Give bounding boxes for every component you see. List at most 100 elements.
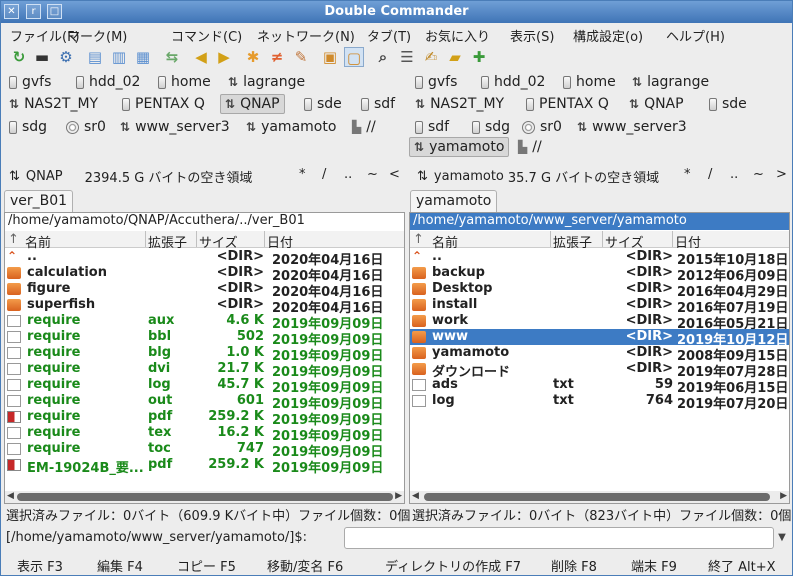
right-drive-12[interactable]: ⇅ yamamoto: [409, 137, 510, 157]
file-row[interactable]: EM-19024B_要... pdf 259.2 K 2019年09月09日: [5, 457, 404, 476]
file-row[interactable]: Desktop <DIR> 2016年04月29日: [410, 281, 789, 300]
left-horizontal-scrollbar[interactable]: ◀ ▶: [5, 491, 404, 503]
file-row[interactable]: calculation <DIR> 2020年04月16日: [5, 265, 404, 284]
left-nav-0[interactable]: *: [299, 167, 306, 182]
left-file-panel[interactable]: /home/yamamoto/QNAP/Accuthera/../ver_B01…: [4, 212, 405, 504]
right-nav-4[interactable]: >: [776, 167, 787, 182]
column-divider[interactable]: [550, 231, 551, 247]
left-drive-10[interactable]: sr0: [62, 117, 110, 137]
left-nav-2[interactable]: ..: [344, 167, 352, 182]
column-divider[interactable]: [264, 231, 265, 247]
menu-item-4[interactable]: タブ(T): [367, 26, 411, 45]
file-row[interactable]: require bbl 502 2019年09月09日: [5, 329, 404, 348]
multi-rename-icon[interactable]: ✱: [243, 47, 263, 67]
left-drive-4[interactable]: ⇅ NAS2T_MY: [5, 94, 102, 114]
fkey-button-1[interactable]: 編集 F4: [97, 556, 143, 575]
tab-left[interactable]: ver_B01: [4, 190, 74, 212]
column-divider[interactable]: [145, 231, 146, 247]
file-row[interactable]: work <DIR> 2016年05月21日: [410, 313, 789, 332]
right-horizontal-scrollbar[interactable]: ◀ ▶: [410, 491, 789, 503]
right-nav-0[interactable]: *: [684, 167, 691, 182]
file-row[interactable]: ⌃.. <DIR> 2015年10月18日: [410, 249, 789, 268]
file-row[interactable]: yamamoto <DIR> 2008年09月15日: [410, 345, 789, 364]
scroll-right-icon[interactable]: ▶: [780, 491, 787, 501]
left-path[interactable]: /home/yamamoto/QNAP/Accuthera/../ver_B01: [5, 213, 404, 230]
menu-item-3[interactable]: ネットワーク(N): [257, 26, 355, 45]
options-icon[interactable]: ⚙: [56, 47, 76, 67]
tab-right[interactable]: yamamoto: [410, 190, 498, 212]
file-row[interactable]: www <DIR> 2019年10月12日: [410, 329, 789, 348]
left-drive-9[interactable]: sdg: [5, 117, 51, 137]
scroll-left-icon[interactable]: ◀: [412, 491, 419, 501]
left-drive-3[interactable]: ⇅ lagrange: [224, 72, 309, 92]
unpack-icon[interactable]: ▢: [344, 47, 364, 67]
full-view-icon[interactable]: ▥: [109, 47, 129, 67]
left-drive-1[interactable]: hdd_02: [72, 72, 144, 92]
file-row[interactable]: log txt 764 2019年07月20日: [410, 393, 789, 412]
scroll-thumb[interactable]: [424, 493, 770, 501]
right-nav-3[interactable]: ~: [753, 167, 764, 182]
fkey-button-5[interactable]: 削除 F8: [551, 556, 597, 575]
view-icon[interactable]: ☰: [397, 47, 417, 67]
column-divider[interactable]: [672, 231, 673, 247]
menu-item-8[interactable]: ヘルプ(H): [666, 26, 725, 45]
file-row[interactable]: require log 45.7 K 2019年09月09日: [5, 377, 404, 396]
pack-icon[interactable]: ▣: [320, 47, 340, 67]
right-drive-3[interactable]: ⇅ lagrange: [628, 72, 713, 92]
file-row[interactable]: require tex 16.2 K 2019年09月09日: [5, 425, 404, 444]
right-drive-7[interactable]: sde: [705, 94, 751, 114]
right-nav-1[interactable]: /: [708, 167, 712, 182]
chevron-down-icon[interactable]: ▼: [774, 527, 790, 549]
right-drive-name[interactable]: yamamoto: [434, 169, 504, 184]
scroll-thumb[interactable]: [17, 493, 393, 501]
left-drive-6[interactable]: ⇅ QNAP: [220, 94, 285, 114]
right-drive-11[interactable]: ⇅ www_server3: [573, 117, 691, 137]
file-row[interactable]: ダウンロード <DIR> 2019年07月28日: [410, 361, 789, 380]
fkey-button-0[interactable]: 表示 F3: [17, 556, 63, 575]
scroll-left-icon[interactable]: ◀: [7, 491, 14, 501]
copy-names-icon[interactable]: ✚: [469, 47, 489, 67]
right-drive-1[interactable]: hdd_02: [477, 72, 549, 92]
right-drive-10[interactable]: sr0: [518, 117, 566, 137]
left-nav-3[interactable]: ~: [367, 167, 378, 182]
left-drive-11[interactable]: ⇅ www_server3: [116, 117, 234, 137]
search-icon[interactable]: ⌕: [373, 47, 393, 67]
left-nav-1[interactable]: /: [322, 167, 326, 182]
menu-item-7[interactable]: 構成設定(o): [573, 26, 643, 45]
right-drive-9[interactable]: sdg: [468, 117, 514, 137]
right-drive-4[interactable]: ⇅ NAS2T_MY: [411, 94, 508, 114]
file-row[interactable]: require aux 4.6 K 2019年09月09日: [5, 313, 404, 332]
refresh-icon[interactable]: ↻: [9, 47, 29, 67]
copy-left-icon[interactable]: ◀: [191, 47, 211, 67]
right-file-panel[interactable]: /home/yamamoto/www_server/yamamoto ↑ 名前 拡張…: [409, 212, 790, 504]
file-row[interactable]: superfish <DIR> 2020年04月16日: [5, 297, 404, 316]
fkey-button-4[interactable]: ディレクトリの作成 F7: [385, 556, 521, 575]
left-drive-13[interactable]: ▙ //: [348, 117, 380, 137]
right-drive-0[interactable]: gvfs: [411, 72, 461, 92]
file-row[interactable]: ads txt 59 2019年06月15日: [410, 377, 789, 396]
file-row[interactable]: require blg 1.0 K 2019年09月09日: [5, 345, 404, 364]
file-row[interactable]: require dvi 21.7 K 2019年09月09日: [5, 361, 404, 380]
column-divider[interactable]: [602, 231, 603, 247]
right-path[interactable]: /home/yamamoto/www_server/yamamoto: [410, 213, 789, 230]
edit-icon[interactable]: ✎: [291, 47, 311, 67]
fkey-button-7[interactable]: 終了 Alt+X: [708, 556, 776, 575]
right-drive-2[interactable]: home: [559, 72, 620, 92]
column-divider[interactable]: [196, 231, 197, 247]
brief-view-icon[interactable]: ▤: [85, 47, 105, 67]
fkey-button-3[interactable]: 移動/変名 F6: [267, 556, 343, 575]
file-row[interactable]: require pdf 259.2 K 2019年09月09日: [5, 409, 404, 428]
left-drive-2[interactable]: home: [154, 72, 215, 92]
new-folder-icon[interactable]: ▰: [445, 47, 465, 67]
sort-arrow-icon[interactable]: ↑: [413, 232, 424, 247]
right-drive-6[interactable]: ⇅ QNAP: [625, 94, 688, 114]
menu-item-1[interactable]: マーク(M): [67, 26, 127, 45]
left-drive-0[interactable]: gvfs: [5, 72, 55, 92]
file-row[interactable]: require out 601 2019年09月09日: [5, 393, 404, 412]
menu-item-6[interactable]: 表示(S): [510, 26, 554, 45]
file-row[interactable]: ⌃.. <DIR> 2020年04月16日: [5, 249, 404, 268]
edit-doc-icon[interactable]: ✍: [421, 47, 441, 67]
thumbnail-view-icon[interactable]: ▦: [133, 47, 153, 67]
file-row[interactable]: backup <DIR> 2012年06月09日: [410, 265, 789, 284]
left-drive-12[interactable]: ⇅ yamamoto: [242, 117, 340, 137]
